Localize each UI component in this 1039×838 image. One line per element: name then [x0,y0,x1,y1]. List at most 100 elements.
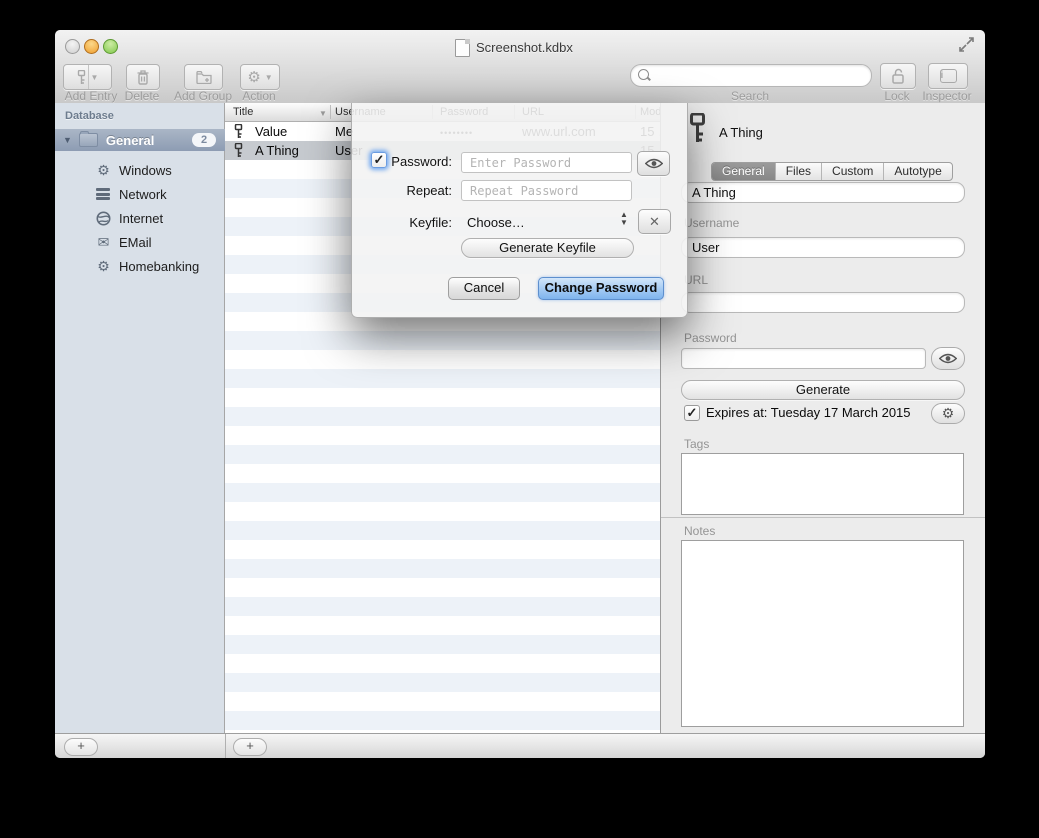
gear-icon: ⚙ [95,258,112,275]
url-field[interactable] [681,292,965,313]
password-input[interactable] [690,350,913,367]
disclosure-triangle-icon[interactable]: ▼ [63,135,72,145]
sidebar-item-homebanking[interactable]: ⚙ Homebanking [55,254,225,278]
inspector-button[interactable]: i [928,63,968,89]
lock-label: Lock [877,89,917,103]
change-password-button[interactable]: Change Password [538,277,664,300]
tags-input[interactable] [682,454,963,514]
dialog-keyfile-label: Keyfile: [382,215,452,230]
add-entry-plus-button[interactable]: + [233,738,267,756]
notes-input[interactable] [682,541,963,726]
tab-files[interactable]: Files [776,163,822,180]
key-icon [234,143,243,158]
eye-icon [939,353,957,364]
username-input[interactable] [690,239,948,256]
generate-keyfile-button[interactable]: Generate Keyfile [461,238,634,258]
dialog-repeat-label: Repeat: [382,183,452,198]
add-group-button[interactable] [184,64,223,90]
info-icon: i [940,69,957,83]
minimize-button[interactable] [84,39,99,54]
key-icon [234,124,243,139]
password-field[interactable] [681,348,926,369]
folder-plus-icon [196,71,212,84]
gear-icon: ⚙ [942,405,955,422]
lock-button[interactable] [880,63,916,89]
inspector-tabs: General Files Custom Autotype [711,162,953,181]
expires-label: Expires at: Tuesday 17 March 2015 [706,405,911,420]
add-group-label: Add Group [167,89,239,103]
tab-autotype[interactable]: Autotype [884,163,951,180]
username-field[interactable] [681,237,965,258]
zoom-button[interactable] [103,39,118,54]
desktop: Screenshot.kdbx ▼ Add Entry [0,0,1039,838]
tab-custom[interactable]: Custom [822,163,884,180]
delete-label: Delete [119,89,165,103]
globe-icon [95,211,112,226]
split-divider [88,65,89,89]
expires-checkbox[interactable]: ✓ [684,405,700,421]
inspector-entry-title: A Thing [719,125,763,140]
group-label: General [106,133,154,148]
show-password-button[interactable] [637,151,670,176]
tags-label: Tags [684,437,709,451]
close-icon: ✕ [649,214,660,230]
sidebar-item-internet[interactable]: Internet [55,206,225,230]
gear-icon: ⚙ [95,162,112,179]
url-input[interactable] [690,294,948,311]
inspector-panel: A Thing General Files Custom Autotype Us… [660,103,985,733]
sidebar-item-label: EMail [119,235,152,250]
group-count-badge: 2 [192,133,216,147]
notes-label: Notes [684,524,715,538]
dialog-password-label: Password: [382,154,452,169]
sidebar-item-windows[interactable]: ⚙ Windows [55,158,225,182]
sidebar-item-network[interactable]: Network [55,182,225,206]
username-label: Username [684,216,739,230]
search-field[interactable] [630,64,872,87]
expires-settings-button[interactable]: ⚙ [931,403,965,424]
tags-box[interactable] [681,453,964,515]
sidebar-item-email[interactable]: ✉ EMail [55,230,225,254]
gear-icon: ⚙ [247,70,260,85]
add-group-plus-button[interactable]: + [64,738,98,756]
column-divider[interactable] [330,105,331,119]
document-icon [455,39,470,57]
cell-title: Value [255,124,287,139]
action-label: Action [235,89,283,103]
trash-icon [137,70,149,85]
title-input[interactable] [690,184,948,201]
window-title: Screenshot.kdbx [476,40,573,55]
app-window: Screenshot.kdbx ▼ Add Entry [55,30,985,758]
dialog-repeat-field[interactable] [461,180,632,201]
server-icon [96,188,110,200]
sidebar-item-label: Windows [119,163,172,178]
dialog-password-input[interactable] [468,155,627,171]
add-entry-button[interactable]: ▼ [63,64,112,90]
search-input[interactable] [657,66,866,85]
delete-button[interactable] [126,64,160,90]
sidebar-item-label: Homebanking [119,259,199,274]
clear-keyfile-button[interactable]: ✕ [638,209,671,234]
cancel-button[interactable]: Cancel [448,277,520,300]
folder-icon [79,133,98,147]
notes-box[interactable] [681,540,964,727]
bottom-bar: + + [55,733,985,758]
keyfile-stepper[interactable]: ▲▼ [620,211,628,227]
title-field[interactable] [681,182,965,203]
sidebar-group-general[interactable]: ▼ General 2 [55,129,225,151]
generate-button[interactable]: Generate [681,380,965,400]
chevron-down-icon: ▼ [265,73,273,82]
search-icon [638,69,649,80]
column-header-title[interactable]: Title [233,106,253,118]
fullscreen-icon[interactable] [958,36,975,53]
bottom-bar-divider [225,734,226,758]
action-button[interactable]: ⚙ ▼ [240,64,280,90]
change-password-sheet: ✓ Password: Repeat: Keyfile: Choose… ▲▼ … [351,103,688,318]
envelope-icon: ✉ [95,234,112,251]
titlebar-toolbar: Screenshot.kdbx ▼ Add Entry [55,30,985,104]
tab-general[interactable]: General [712,163,776,180]
keyfile-popup-value[interactable]: Choose… [467,215,525,230]
dialog-password-field[interactable] [461,152,632,173]
dialog-repeat-input[interactable] [468,183,627,199]
reveal-password-button[interactable] [931,347,965,370]
close-button[interactable] [65,39,80,54]
